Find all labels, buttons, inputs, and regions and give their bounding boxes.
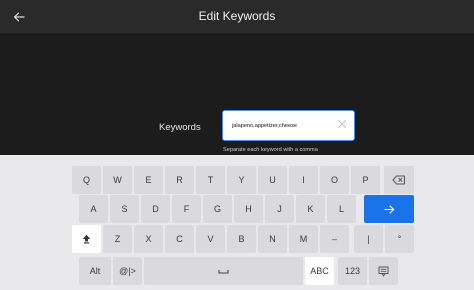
key-n[interactable]: N [258,225,287,253]
key-g[interactable]: G [203,195,232,223]
arrow-left-icon [13,12,25,22]
keywords-helper-text: Separate each keyword with a comma [223,147,318,153]
emoji-keyboard-icon [378,266,389,277]
shift-key[interactable] [72,225,101,253]
key-o[interactable]: O [320,166,349,194]
key-y[interactable]: Y [227,166,256,194]
key-a[interactable]: A [79,195,108,223]
arrow-right-icon [383,204,394,214]
key-q[interactable]: Q [72,166,101,194]
key-e[interactable]: E [134,166,163,194]
key-p[interactable]: P [351,166,380,194]
key-c[interactable]: C [165,225,194,253]
key-x[interactable]: X [134,225,163,253]
key-k[interactable]: K [296,195,325,223]
key-j[interactable]: J [265,195,294,223]
backspace-icon [392,175,405,185]
key-m[interactable]: M [289,225,318,253]
emoji-keyboard-key[interactable] [369,257,398,285]
key-dash[interactable]: – [320,225,349,253]
close-icon [337,119,347,129]
key-pipe[interactable]: | [354,225,383,253]
alt-key[interactable]: Alt [79,257,111,285]
numbers-key[interactable]: 123 [338,257,367,285]
back-button[interactable] [8,7,30,27]
keywords-label: Keywords [159,122,201,133]
space-key[interactable] [144,257,303,285]
key-l[interactable]: L [327,195,356,223]
key-z[interactable]: Z [103,225,132,253]
key-f[interactable]: F [172,195,201,223]
onscreen-keyboard: Q W E R T Y U I O P A S D F G H J K L Z … [0,155,474,290]
edit-keywords-panel: Keywords jalapeno,appetizer,cheese Separ… [0,33,474,155]
key-w[interactable]: W [103,166,132,194]
abc-key[interactable]: ABC [305,257,334,285]
enter-key[interactable] [364,195,414,223]
key-t[interactable]: T [196,166,225,194]
key-s[interactable]: S [110,195,139,223]
keywords-input-value: jalapeno,appetizer,cheese [232,123,297,129]
key-u[interactable]: U [258,166,287,194]
symbols-key[interactable]: @|> [113,257,142,285]
key-degree[interactable]: ° [385,225,414,253]
clear-input-button[interactable] [336,117,348,129]
key-d[interactable]: D [141,195,170,223]
page-title: Edit Keywords [198,9,276,23]
key-h[interactable]: H [234,195,263,223]
key-b[interactable]: B [227,225,256,253]
shift-icon [82,234,91,244]
app-header: Edit Keywords [0,0,474,33]
key-i[interactable]: I [289,166,318,194]
keywords-input[interactable]: jalapeno,appetizer,cheese [222,110,355,141]
key-v[interactable]: V [196,225,225,253]
key-r[interactable]: R [165,166,194,194]
space-icon [218,269,229,274]
backspace-key[interactable] [384,166,414,194]
